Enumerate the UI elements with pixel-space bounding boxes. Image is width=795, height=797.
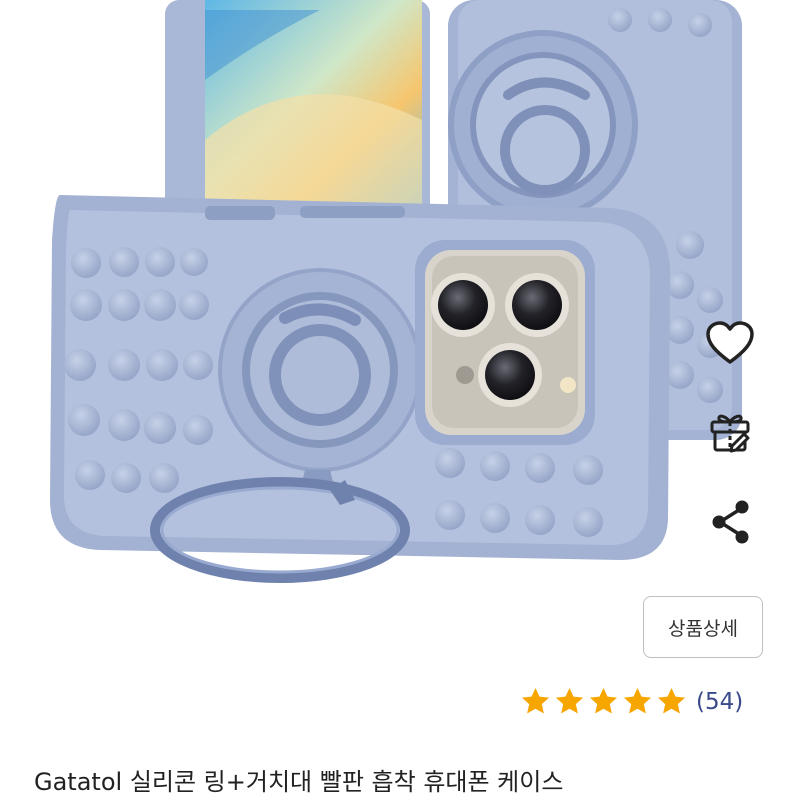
star-icon: [657, 687, 686, 714]
gift-button[interactable]: [705, 405, 755, 457]
product-title: Gatatol 실리콘 링+거치대 빨판 흡착 휴대폰 케이스: [34, 768, 564, 796]
rating[interactable]: (54): [520, 686, 743, 717]
product-image[interactable]: [0, 0, 795, 600]
review-count[interactable]: (54): [696, 689, 743, 715]
gift-icon: [710, 414, 750, 453]
wishlist-button[interactable]: [700, 315, 760, 370]
star-icon: [589, 687, 618, 714]
star-icon: [623, 687, 652, 714]
star-rating: [520, 686, 687, 717]
share-icon: [712, 500, 749, 544]
star-icon: [555, 687, 584, 714]
heart-icon: [706, 320, 754, 364]
star-icon: [521, 687, 550, 714]
share-button[interactable]: [705, 495, 755, 547]
product-detail-button[interactable]: 상품상세: [643, 596, 763, 658]
